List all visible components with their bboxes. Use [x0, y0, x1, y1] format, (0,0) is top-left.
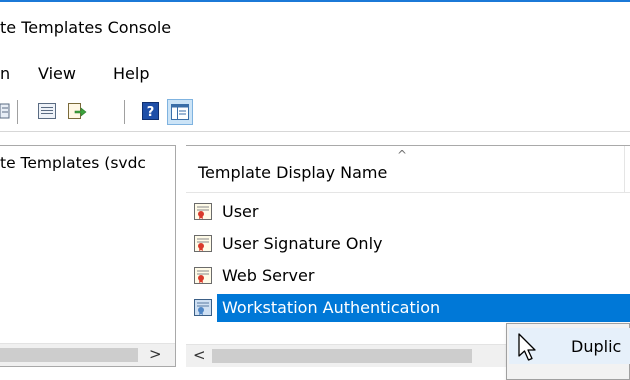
list-item[interactable]: User Signature Only [186, 228, 630, 260]
certificate-template-icon [194, 267, 212, 284]
toolbar-separator [17, 100, 18, 124]
show-hide-pane-icon[interactable] [167, 99, 193, 125]
context-menu-item-label: Duplic [571, 337, 622, 356]
help-icon[interactable]: ? [141, 101, 161, 121]
template-name: Web Server [222, 266, 315, 285]
menu-view[interactable]: View [38, 64, 76, 83]
tree-horizontal-scrollbar[interactable]: > [0, 343, 175, 366]
toolbar: ? [0, 92, 630, 132]
template-name: Workstation Authentication [222, 298, 441, 317]
window-title: te Templates Console [0, 18, 172, 37]
certificate-template-icon [194, 203, 212, 220]
sort-ascending-icon: ^ [397, 148, 408, 162]
tree-node-certificate-templates[interactable]: te Templates (svdc [0, 154, 146, 172]
export-icon[interactable] [67, 101, 87, 121]
column-header-display-name[interactable]: ^ Template Display Name [186, 146, 630, 193]
title-bar: te Templates Console [0, 0, 630, 58]
column-divider[interactable] [624, 146, 625, 192]
mouse-cursor-icon [518, 333, 536, 361]
column-header-label: Template Display Name [198, 163, 388, 182]
menu-action[interactable]: n [0, 64, 10, 83]
list-item[interactable]: User [186, 196, 630, 228]
title-bar-accent [0, 0, 630, 2]
template-name: User Signature Only [222, 234, 383, 253]
list-icon[interactable] [37, 101, 57, 121]
menu-bar: n View Help [0, 58, 630, 92]
tree-pane: te Templates (svdc > [0, 145, 176, 367]
scroll-right-arrow[interactable]: > [149, 345, 162, 363]
scroll-left-arrow[interactable]: < [193, 346, 206, 364]
svg-text:?: ? [147, 105, 155, 120]
toolbar-separator [124, 100, 125, 124]
list-item-selected[interactable]: Workstation Authentication [186, 292, 630, 324]
certificate-template-icon [194, 299, 212, 316]
template-name: User [222, 202, 259, 221]
list-item[interactable]: Web Server [186, 260, 630, 292]
properties-icon[interactable] [0, 101, 10, 121]
scrollbar-thumb[interactable] [0, 348, 138, 362]
menu-help[interactable]: Help [113, 64, 149, 83]
scrollbar-thumb[interactable] [212, 349, 472, 363]
certificate-template-icon [194, 235, 212, 252]
